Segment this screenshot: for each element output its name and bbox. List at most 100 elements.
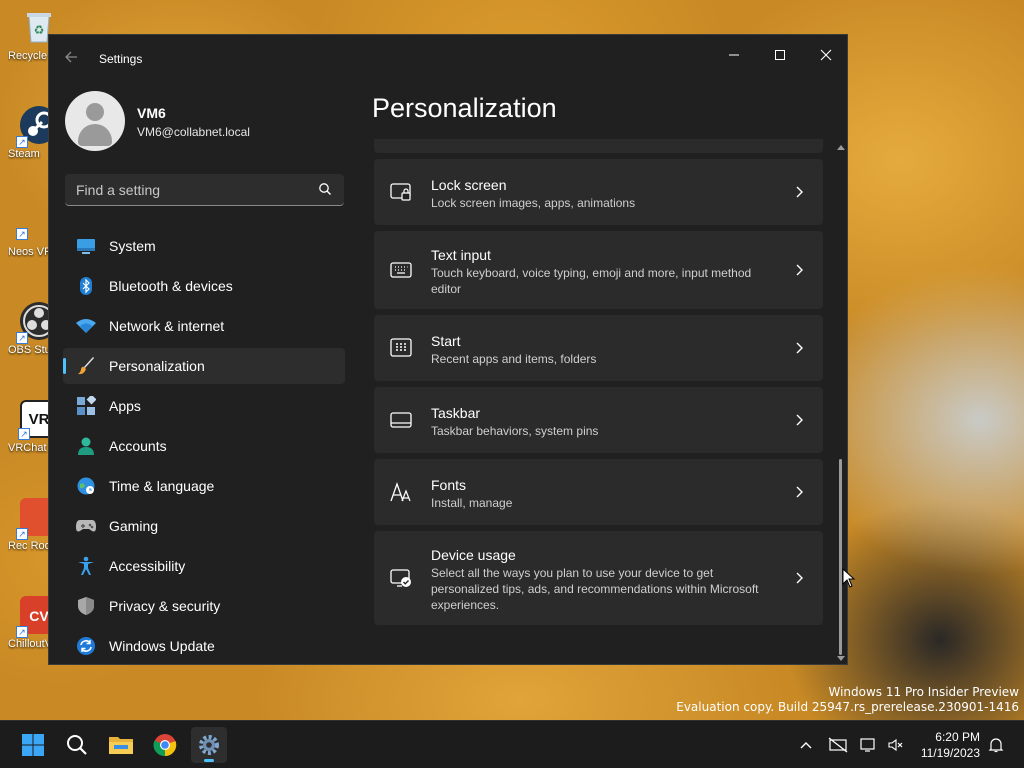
svg-text:♻: ♻ [34,23,45,37]
chevron-up-icon [800,742,812,749]
title-bar[interactable]: Settings [49,35,847,81]
search-icon [67,735,87,755]
start-icon [390,338,412,357]
card-title: Device usage [431,547,516,563]
close-button[interactable] [803,41,847,71]
gamepad-icon [75,515,97,537]
sidebar-item-bluetooth[interactable]: Bluetooth & devices [63,268,345,304]
sidebar-item-label: Time & language [109,478,215,494]
settings-card-device-usage[interactable]: Device usage Select all the ways you pla… [374,531,823,625]
globe-clock-icon [75,475,97,497]
bluetooth-icon [75,275,97,297]
tray-status-button[interactable] [827,735,849,755]
svg-text:VR: VR [29,411,50,428]
shortcut-arrow-icon: ↗ [16,332,28,344]
card-description: Select all the ways you plan to use your… [431,566,759,612]
network-disconnected-icon [860,738,875,752]
shortcut-arrow-icon: ↗ [16,136,28,148]
sidebar-item-label: Privacy & security [109,598,221,614]
folder-icon [109,737,133,754]
card-title: Fonts [431,477,467,493]
card-title: Text input [431,247,491,263]
search-input[interactable] [65,174,305,205]
volume-button[interactable] [885,735,907,755]
sidebar-item-gaming[interactable]: Gaming [63,508,345,544]
card-description: Lock screen images, apps, animations [431,196,636,210]
taskbar-icon [390,412,412,428]
sidebar-item-privacy-security[interactable]: Privacy & security [63,588,345,624]
card-title: Start [431,333,461,349]
desktop-icon-label: Rec Room [8,540,52,552]
desktop-icon-label: Steam [8,148,40,160]
start-button[interactable] [15,727,51,763]
chevron-right-icon [796,186,803,198]
clock-time: 6:20 PM [935,730,980,744]
desktop-icon-label: ChilloutVR [8,638,52,650]
settings-taskbar-button[interactable] [191,727,227,763]
card-description: Taskbar behaviors, system pins [431,424,599,438]
sidebar-item-label: Windows Update [109,638,215,654]
settings-card-lock-screen[interactable]: Lock screen Lock screen images, apps, an… [374,159,823,225]
watermark-line-2: Evaluation copy. Build 25947.rs_prerelea… [676,700,1019,714]
settings-card-text-input[interactable]: Text input Touch keyboard, voice typing,… [374,231,823,309]
watermark-line-1: Windows 11 Pro Insider Preview [828,685,1019,699]
maximize-button[interactable] [757,41,803,71]
wifi-icon [75,315,97,337]
sidebar-item-time-language[interactable]: Time & language [63,468,345,504]
sidebar-item-personalization[interactable]: Personalization [63,348,345,384]
sidebar-item-label: Network & internet [109,318,225,334]
settings-card-start[interactable]: Start Recent apps and items, folders [374,315,823,381]
sidebar-item-label: Gaming [109,518,159,534]
display-off-icon [828,737,848,753]
chevron-right-icon [796,486,803,498]
svg-text:CV: CV [29,608,49,624]
show-hidden-icons-button[interactable] [795,735,817,755]
clock-date: 11/19/2023 [920,746,980,760]
bell-icon [988,738,1004,753]
search-box[interactable] [65,174,344,206]
card-title: Lock screen [431,177,507,193]
minimize-button[interactable] [711,41,757,71]
file-explorer-button[interactable] [103,727,139,763]
profile-name: VM6 [137,105,166,121]
back-arrow-icon [65,51,77,63]
speaker-muted-icon [888,738,903,752]
chrome-button[interactable] [147,727,183,763]
keyboard-icon [390,262,412,278]
sidebar-item-system[interactable]: System [63,228,345,264]
chevron-right-icon [796,414,803,426]
scroll-down-icon[interactable] [836,655,846,663]
sidebar-item-accessibility[interactable]: Accessibility [63,548,345,584]
fonts-icon [390,482,411,502]
scrollbar-thumb[interactable] [839,459,842,655]
card-description: Touch keyboard, voice typing, emoji and … [431,266,752,296]
back-button[interactable] [63,49,83,67]
page-title: Personalization [372,93,557,123]
sidebar-item-apps[interactable]: Apps [63,388,345,424]
network-status-button[interactable] [858,735,880,755]
minimize-icon [729,54,739,56]
desktop-icon-label: Neos VR [8,246,52,258]
chrome-icon [153,734,177,757]
taskbar-search-button[interactable] [59,727,95,763]
settings-card-partial[interactable] [374,139,823,153]
settings-card-fonts[interactable]: Fonts Install, manage [374,459,823,525]
desktop-icon-label: OBS Studio [8,344,52,356]
scroll-up-icon[interactable] [836,143,846,151]
shortcut-arrow-icon: ↗ [18,428,30,440]
sidebar-item-accounts[interactable]: Accounts [63,428,345,464]
accessibility-icon [75,555,97,577]
shortcut-arrow-icon: ↗ [16,626,28,638]
card-description: Install, manage [431,496,513,510]
sidebar-item-windows-update[interactable]: Windows Update [63,628,345,664]
evaluation-watermark: Windows 11 Pro Insider Preview Evaluatio… [676,685,1019,715]
mouse-cursor-icon [842,568,856,588]
sidebar-item-network[interactable]: Network & internet [63,308,345,344]
taskbar-clock[interactable]: 6:20 PM 11/19/2023 [910,729,980,761]
notifications-button[interactable] [985,735,1007,755]
settings-card-taskbar[interactable]: Taskbar Taskbar behaviors, system pins [374,387,823,453]
shortcut-arrow-icon: ↗ [16,228,28,240]
monitor-icon [75,235,97,257]
profile-email: VM6@collabnet.local [137,125,250,139]
device-usage-icon [390,569,411,587]
